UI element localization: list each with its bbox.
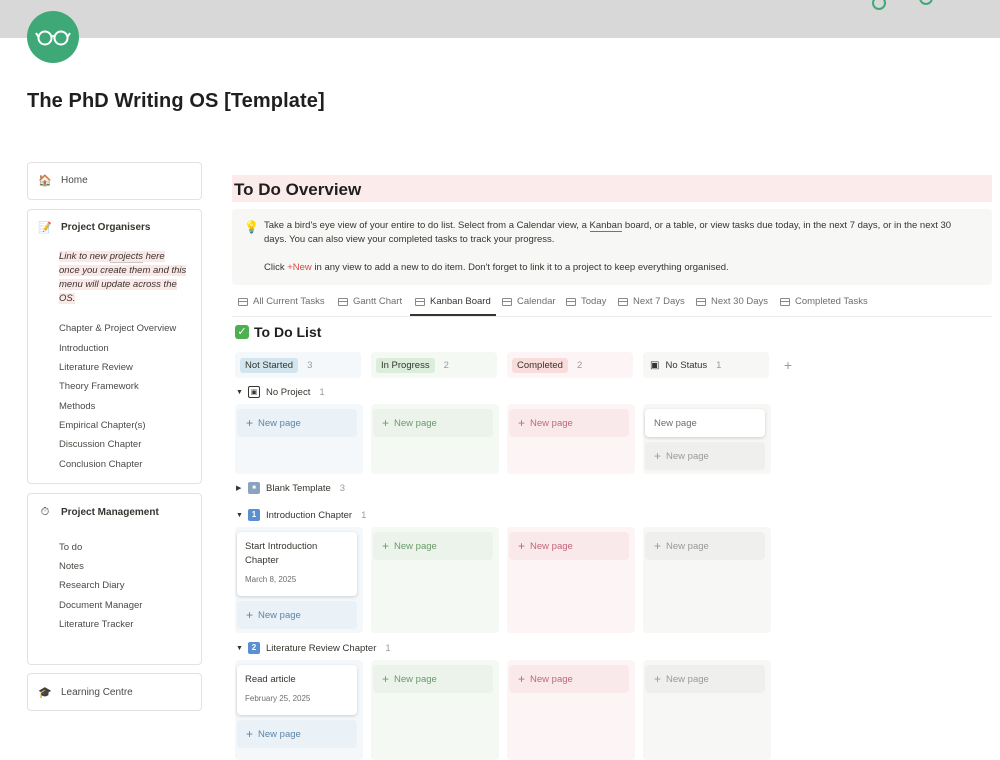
sidebar-link-theory-framework[interactable]: Theory Framework [59, 381, 139, 392]
sidebar-management-card: ⏱ Project Management To do Notes Researc… [27, 493, 202, 665]
keycap-one-icon: 1 [248, 509, 260, 521]
lightbulb-icon: 💡 [244, 220, 259, 234]
sidebar-link-introduction[interactable]: Introduction [59, 343, 109, 354]
group-blank-template[interactable]: ▶ ■ Blank Template 3 [236, 482, 345, 494]
column-completed[interactable]: Completed 2 [507, 352, 633, 378]
sidebar-link-empirical[interactable]: Empirical Chapter(s) [59, 420, 146, 431]
table-icon [780, 297, 790, 306]
new-page-button[interactable]: + New page [237, 720, 357, 748]
task-title: Read article [245, 674, 296, 685]
group-no-project[interactable]: ▼ ▣ No Project 1 [236, 386, 325, 398]
inbox-icon: ▣ [248, 386, 260, 398]
group-introduction-chapter[interactable]: ▼ 1 Introduction Chapter 1 [236, 509, 366, 521]
new-page-button[interactable]: + New page [509, 409, 629, 437]
new-page-button[interactable]: + New page [645, 532, 765, 560]
sidebar-link-discussion[interactable]: Discussion Chapter [59, 439, 141, 450]
caret-down-icon[interactable]: ▼ [236, 389, 246, 396]
tab-all-current-tasks[interactable]: All Current Tasks [238, 296, 325, 307]
projects-link[interactable]: projects [109, 251, 143, 263]
table-icon [696, 297, 706, 306]
graduation-cap-icon: 🎓 [38, 686, 52, 699]
sidebar-link-methods[interactable]: Methods [59, 401, 95, 412]
keycap-two-icon: 2 [248, 642, 260, 654]
sidebar-link-chapter-overview[interactable]: Chapter & Project Overview [59, 323, 176, 334]
new-page-button[interactable]: + New page [509, 665, 629, 693]
decor-circle-icon [872, 0, 886, 10]
memo-icon: 📝 [38, 221, 52, 234]
new-page-button[interactable]: + New page [509, 532, 629, 560]
sidebar-link-literature-tracker[interactable]: Literature Tracker [59, 619, 133, 630]
board-title: ✓ To Do List [235, 324, 321, 340]
sidebar-link-conclusion[interactable]: Conclusion Chapter [59, 459, 142, 470]
glasses-icon[interactable] [27, 11, 79, 63]
tab-today[interactable]: Today [566, 296, 606, 307]
stopwatch-icon: ⏱ [40, 505, 50, 518]
new-page-button[interactable]: + New page [373, 409, 493, 437]
page-title: The PhD Writing OS [Template] [27, 90, 325, 112]
add-column-button[interactable]: + [777, 354, 799, 376]
table-icon [566, 297, 576, 306]
board-icon [415, 297, 425, 306]
sidebar-item-learning-centre[interactable]: Learning Centre [61, 687, 133, 698]
caret-down-icon[interactable]: ▼ [236, 645, 246, 652]
task-title: Start Introduction Chapter [245, 541, 318, 566]
tab-completed-tasks[interactable]: Completed Tasks [780, 296, 868, 307]
new-page-button[interactable]: + New page [373, 665, 493, 693]
column-no-status[interactable]: ▣ No Status 1 [643, 352, 769, 378]
sidebar-link-literature-review[interactable]: Literature Review [59, 362, 133, 373]
caret-right-icon[interactable]: ▶ [236, 484, 246, 492]
tab-kanban-board[interactable]: Kanban Board [415, 296, 491, 307]
callout-line-3: Click +New in any view to add a new to d… [264, 262, 729, 273]
new-page-card[interactable]: New page [645, 409, 765, 437]
sidebar-link-document-manager[interactable]: Document Manager [59, 600, 142, 611]
new-page-button[interactable]: + New page [645, 442, 765, 470]
task-date: February 25, 2025 [245, 694, 311, 703]
square-icon: ■ [248, 482, 260, 494]
task-card[interactable]: Read article February 25, 2025 [237, 665, 357, 715]
column-in-progress[interactable]: In Progress 2 [371, 352, 497, 378]
callout-line-1: Take a bird's eye view of your entire to… [264, 220, 952, 232]
cover-banner [0, 0, 1000, 38]
inbox-icon: ▣ [650, 359, 660, 371]
view-tabs: All Current Tasks Gantt Chart Kanban Boa… [232, 292, 992, 317]
calendar-icon [502, 297, 512, 306]
info-callout: 💡 Take a bird's eye view of your entire … [232, 209, 992, 285]
sidebar-item-home[interactable]: Home [61, 175, 88, 186]
task-date: March 8, 2025 [245, 575, 297, 584]
table-icon [238, 297, 248, 306]
new-page-button[interactable]: + New page [645, 665, 765, 693]
tab-gantt-chart[interactable]: Gantt Chart [338, 296, 402, 307]
table-icon [618, 297, 628, 306]
sidebar-link-todo[interactable]: To do [59, 542, 82, 553]
active-tab-indicator [410, 314, 496, 316]
new-page-button[interactable]: + New page [373, 532, 493, 560]
tab-next-7-days[interactable]: Next 7 Days [618, 296, 685, 307]
new-page-button[interactable]: + New page [237, 601, 357, 629]
sidebar-section-title: Project Organisers [61, 222, 151, 233]
task-card[interactable]: Start Introduction Chapter March 8, 2025 [237, 532, 357, 596]
sidebar-learning-card[interactable]: 🎓 Learning Centre [27, 673, 202, 711]
sidebar-home-card[interactable]: 🏠 Home [27, 162, 202, 200]
section-heading: To Do Overview [232, 175, 992, 202]
timeline-icon [338, 297, 348, 306]
tab-next-30-days[interactable]: Next 30 Days [696, 296, 768, 307]
sidebar-link-notes[interactable]: Notes [59, 561, 84, 572]
sidebar-section-title: Project Management [61, 506, 159, 518]
sidebar-link-research-diary[interactable]: Research Diary [59, 580, 124, 591]
sidebar-organisers-card: 📝 Project Organisers Link to new project… [27, 209, 202, 484]
new-page-button[interactable]: + New page [237, 409, 357, 437]
callout-line-2: days. You can also view your completed t… [264, 234, 555, 245]
house-icon: 🏠 [38, 174, 52, 187]
tab-calendar[interactable]: Calendar [502, 296, 556, 307]
column-not-started[interactable]: Not Started 3 [235, 352, 361, 378]
checkmark-icon: ✓ [235, 325, 249, 339]
caret-down-icon[interactable]: ▼ [236, 512, 246, 519]
decor-circle-icon [919, 0, 933, 5]
group-literature-review-chapter[interactable]: ▼ 2 Literature Review Chapter 1 [236, 642, 391, 654]
sidebar-note: Link to new projects here once you creat… [59, 251, 187, 304]
